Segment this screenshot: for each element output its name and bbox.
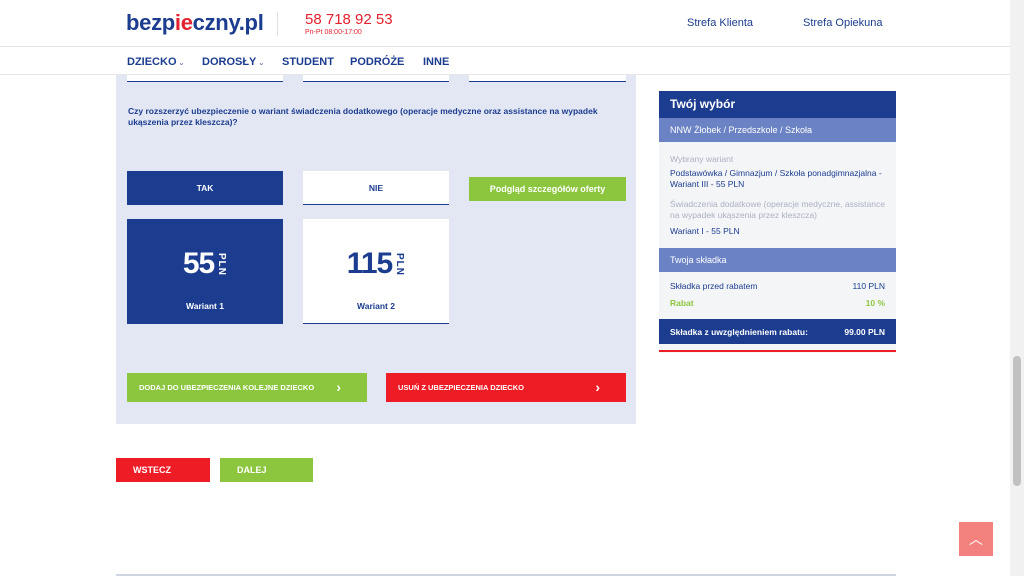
- back-button[interactable]: WSTECZ: [116, 458, 210, 482]
- variant-card-1[interactable]: 55 PLN Wariant 1: [127, 219, 283, 324]
- variant-price: 55 PLN: [127, 249, 283, 279]
- chevron-right-icon: ›: [336, 379, 341, 395]
- option-box-stub: [469, 75, 626, 82]
- variant-label: Wybrany wariant: [670, 154, 734, 164]
- price-amount: 55: [182, 247, 215, 280]
- extra-benefits-label: Świadczenia dodatkowe (operacje medyczne…: [670, 199, 885, 220]
- choice-summary: Twój wybór NNW Żłobek / Przedszkole / Sz…: [659, 91, 896, 353]
- before-discount-value: 110 PLN: [852, 281, 885, 291]
- price-currency: PLN: [394, 252, 406, 276]
- extension-panel: Czy rozszerzyć ubezpieczenie o wariant ś…: [116, 75, 636, 424]
- opening-hours: Pn-Pt 08:00-17:00: [305, 29, 362, 36]
- summary-title: Twój wybór: [659, 91, 896, 118]
- variant-card-2[interactable]: 115 PLN Wariant 2: [303, 219, 449, 324]
- nav-item-dziecko[interactable]: DZIECKO ⌄: [127, 56, 184, 68]
- discount-label: Rabat: [670, 298, 694, 308]
- variant-price: 115 PLN: [303, 249, 449, 279]
- extension-question: Czy rozszerzyć ubezpieczenie o wariant ś…: [128, 106, 598, 127]
- scrollbar-thumb[interactable]: [1013, 356, 1021, 486]
- nav-item-student[interactable]: STUDENT: [282, 56, 334, 68]
- total-premium-bar: Składka z uwzględnieniem rabatu: 99.00 P…: [659, 319, 896, 344]
- option-box-stub: [127, 75, 283, 82]
- nav-item-inne[interactable]: INNE: [423, 56, 449, 68]
- remove-child-button[interactable]: USUŃ Z UBEZPIECZENIA DZIECKO ›: [386, 373, 626, 402]
- top-header: bezpieczny.pl 58 718 92 53 Pn-Pt 08:00-1…: [0, 0, 1024, 47]
- summary-divider: [659, 350, 896, 352]
- next-button[interactable]: DALEJ: [220, 458, 313, 482]
- option-box-stub: [303, 75, 449, 82]
- nav-item-podroze[interactable]: PODRÓŻE: [350, 56, 404, 68]
- client-zone-link[interactable]: Strefa Klienta: [687, 17, 753, 29]
- logo[interactable]: bezpieczny.pl: [126, 10, 264, 36]
- price-currency: PLN: [216, 252, 228, 276]
- guardian-zone-link[interactable]: Strefa Opiekuna: [803, 17, 883, 29]
- offer-preview-button[interactable]: Podgląd szczegółów oferty: [469, 177, 626, 201]
- before-discount-label: Składka przed rabatem: [670, 281, 758, 291]
- price-amount: 115: [346, 247, 393, 280]
- summary-product: NNW Żłobek / Przedszkole / Szkoła: [659, 118, 896, 142]
- chevron-down-icon: ⌄: [178, 60, 185, 67]
- nav-item-dorosly[interactable]: DOROSŁY ⌄: [202, 56, 264, 68]
- discount-value: 10 %: [865, 298, 885, 308]
- total-value: 99.00 PLN: [844, 327, 885, 337]
- header-divider: [277, 12, 278, 36]
- chevron-up-icon: ︿: [969, 531, 983, 547]
- variant-name: Wariant 1: [186, 301, 224, 311]
- add-child-button[interactable]: DODAJ DO UBEZPIECZENIA KOLEJNE DZIECKO ›: [127, 373, 367, 402]
- variant-value: Podstawówka / Gimnazjum / Szkoła ponadgi…: [670, 168, 882, 189]
- premium-header: Twoja składka: [659, 248, 896, 272]
- yes-button[interactable]: TAK: [127, 171, 283, 205]
- scroll-top-button[interactable]: ︿: [959, 522, 993, 556]
- remove-child-label: USUŃ Z UBEZPIECZENIA DZIECKO: [398, 383, 524, 392]
- chevron-right-icon: ›: [595, 379, 600, 395]
- no-button[interactable]: NIE: [303, 171, 449, 205]
- phone-number[interactable]: 58 718 92 53: [305, 11, 393, 28]
- extra-benefits-value: Wariant I - 55 PLN: [670, 226, 740, 236]
- page-scrollbar[interactable]: [1010, 0, 1024, 576]
- main-nav: DZIECKO ⌄ DOROSŁY ⌄ STUDENT PODRÓŻE INNE: [0, 47, 1024, 75]
- chevron-down-icon: ⌄: [258, 60, 265, 67]
- total-label: Składka z uwzględnieniem rabatu:: [670, 327, 808, 337]
- add-child-label: DODAJ DO UBEZPIECZENIA KOLEJNE DZIECKO: [139, 383, 315, 392]
- variant-name: Wariant 2: [357, 301, 395, 311]
